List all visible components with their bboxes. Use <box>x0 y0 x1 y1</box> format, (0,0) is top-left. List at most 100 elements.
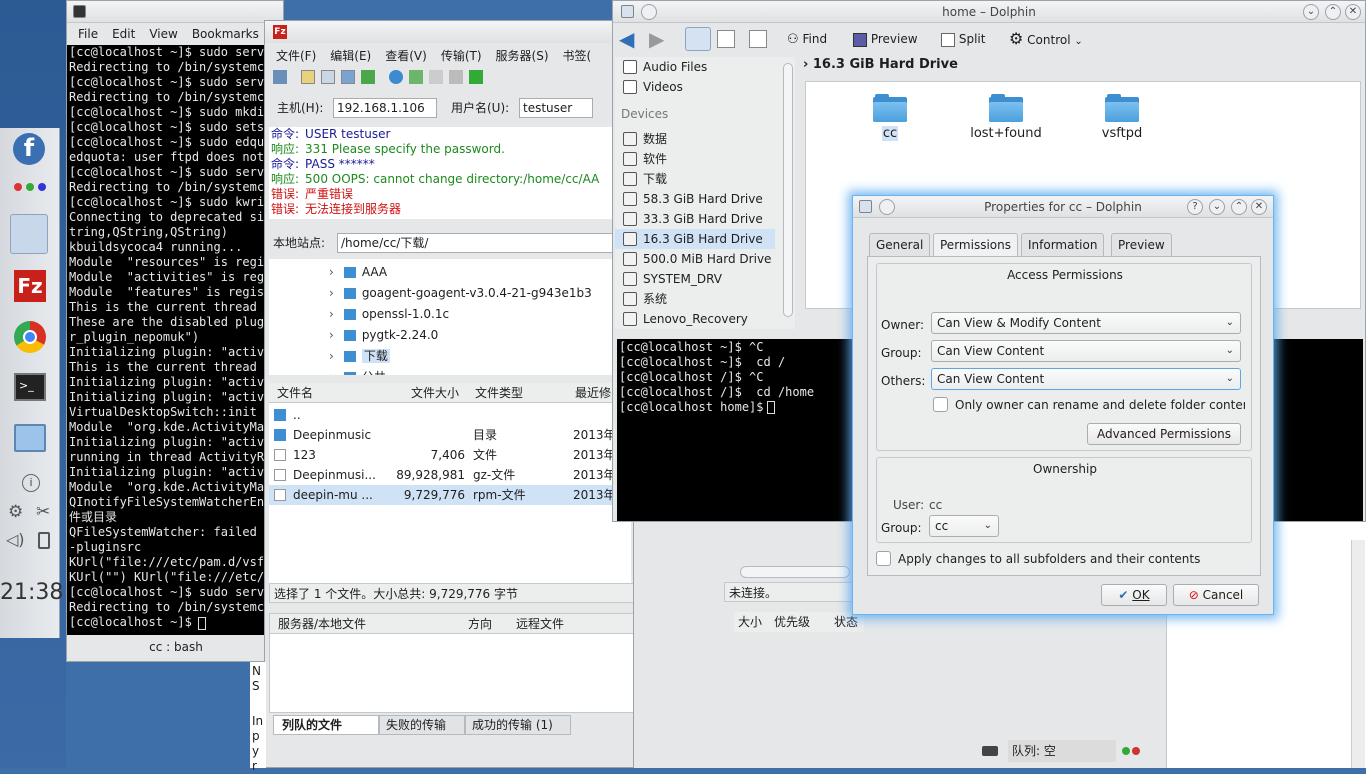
info-icon[interactable]: i <box>22 474 40 492</box>
icons-view-icon[interactable] <box>685 27 711 51</box>
remote-scrollbar[interactable] <box>740 566 850 578</box>
dolphin-minimize-button[interactable]: ⌄ <box>1303 4 1319 20</box>
queue-col-direction[interactable]: 方向 <box>468 614 492 634</box>
columns-view-icon[interactable] <box>749 30 767 48</box>
clock[interactable]: 21:38 <box>0 580 63 605</box>
col-filename[interactable]: 文件名 <box>277 383 313 403</box>
filezilla-task-icon[interactable]: Fz <box>14 270 46 302</box>
fz-menu-server[interactable]: 服务器(S) <box>489 45 556 67</box>
expand-arrow-icon[interactable]: › <box>329 370 334 375</box>
tree-item[interactable]: › 公共 <box>329 366 386 375</box>
queue-col-priority[interactable]: 优先级 <box>774 612 810 632</box>
tab-failed[interactable]: 失败的传输 <box>379 715 465 735</box>
menu-edit[interactable]: Edit <box>105 23 142 45</box>
col-filetype[interactable]: 文件类型 <box>475 383 523 403</box>
expand-arrow-icon[interactable]: › <box>329 349 334 363</box>
places-scrollbar[interactable] <box>783 63 793 317</box>
menu-file[interactable]: File <box>71 23 105 45</box>
chrome-task-icon[interactable] <box>14 321 46 353</box>
file-row[interactable]: .. <box>269 405 631 425</box>
owner-select[interactable]: Can View & Modify Content ⌄ <box>931 312 1241 334</box>
disconnect-icon[interactable] <box>449 69 463 84</box>
remote-tree-icon[interactable] <box>341 69 355 84</box>
file-row[interactable]: deepin-mu ... 9,729,776 rpm-文件 2013年 <box>269 485 631 505</box>
expand-arrow-icon[interactable]: › <box>329 328 334 342</box>
local-path-field[interactable]: /home/cc/下载/ <box>337 233 627 253</box>
ok-button[interactable]: ✔ OK <box>1101 584 1167 606</box>
folder-item[interactable]: cc <box>850 90 930 150</box>
tree-item[interactable]: › goagent-goagent-v3.0.4-21-g943e1b3 <box>329 282 592 304</box>
pager-icon[interactable] <box>10 214 48 254</box>
split-button[interactable]: Split <box>941 25 985 53</box>
device-item[interactable]: SYSTEM_DRV <box>615 269 775 289</box>
fz-menu-view[interactable]: 查看(V) <box>378 45 434 67</box>
local-file-list[interactable]: 文件名 文件大小 文件类型 最近修 .. Deepinmusic 目录 2013年 12… <box>269 383 631 589</box>
fz-menu-transfer[interactable]: 传输(T) <box>434 45 489 67</box>
menu-view[interactable]: View <box>142 23 184 45</box>
breadcrumb-item[interactable]: 16.3 GiB Hard Drive <box>813 57 958 72</box>
device-item[interactable]: 数据 <box>615 129 775 149</box>
file-row[interactable]: Deepinmusi... 89,928,981 gz-文件 2013年 <box>269 465 631 485</box>
tree-item[interactable]: › 下载 <box>329 345 390 367</box>
advanced-permissions-button[interactable]: Advanced Permissions <box>1087 423 1241 445</box>
bg-scrollbar[interactable] <box>1351 540 1365 768</box>
expand-arrow-icon[interactable]: › <box>329 307 334 321</box>
queue-pane[interactable]: 服务器/本地文件 方向 远程文件 <box>269 613 633 713</box>
properties-close-button[interactable]: ✕ <box>1251 199 1267 215</box>
activities-icon[interactable] <box>14 180 46 191</box>
tab-successful[interactable]: 成功的传输 (1) <box>465 715 571 735</box>
device-item[interactable]: 系统 <box>615 289 775 309</box>
device-item[interactable]: Lenovo_Recovery <box>615 309 775 329</box>
tree-item[interactable]: › AAA <box>329 261 387 283</box>
col-filesize[interactable]: 文件大小 <box>411 383 459 403</box>
reconnect-icon[interactable] <box>469 69 483 84</box>
site-manager-icon[interactable] <box>273 69 287 84</box>
place-videos[interactable]: Videos <box>615 77 795 97</box>
device-item[interactable]: 500.0 MiB Hard Drive <box>615 249 775 269</box>
tree-item[interactable]: › openssl-1.0.1c <box>329 303 449 325</box>
konsole-tab-label[interactable]: cc : bash <box>149 640 203 654</box>
fz-menu-file[interactable]: 文件(F) <box>269 45 323 67</box>
control-button[interactable]: ⚙ Control ⌄ <box>1009 25 1083 56</box>
refresh-icon[interactable] <box>389 69 403 84</box>
folder-item[interactable]: lost+found <box>966 90 1046 150</box>
group-select[interactable]: Can View Content ⌄ <box>931 340 1241 362</box>
queue-col-size[interactable]: 大小 <box>738 612 762 632</box>
col-modified[interactable]: 最近修 <box>575 383 611 403</box>
device-item[interactable]: 58.3 GiB Hard Drive <box>615 189 775 209</box>
apply-subfolders-checkbox[interactable] <box>876 551 891 566</box>
only-owner-checkbox[interactable] <box>933 397 948 412</box>
tab-general[interactable]: General <box>869 233 931 257</box>
log-toggle-icon[interactable] <box>301 69 315 84</box>
queue-toggle-icon[interactable] <box>361 69 375 84</box>
fz-menu-bookmarks[interactable]: 书签( <box>556 45 599 67</box>
cancel-icon[interactable] <box>429 69 443 84</box>
username-field[interactable]: testuser <box>519 98 593 118</box>
tab-queued[interactable]: 列队的文件 <box>273 715 379 735</box>
details-view-icon[interactable] <box>717 30 735 48</box>
tree-toggle-icon[interactable] <box>321 69 335 84</box>
fz-menu-edit[interactable]: 编辑(E) <box>323 45 378 67</box>
device-item[interactable]: 软件 <box>615 149 775 169</box>
help-button[interactable]: ? <box>1187 199 1203 215</box>
properties-maximize-button[interactable]: ⌃ <box>1231 199 1247 215</box>
fedora-menu-icon[interactable]: f <box>13 133 45 165</box>
dolphin-task-icon[interactable] <box>14 424 46 452</box>
menu-bookmarks[interactable]: Bookmarks <box>185 23 266 45</box>
expand-arrow-icon[interactable]: › <box>329 286 334 300</box>
queue-col-remote[interactable]: 远程文件 <box>516 614 564 634</box>
group-owner-select[interactable]: cc ⌄ <box>929 515 999 537</box>
place-audio-files[interactable]: Audio Files <box>615 57 795 77</box>
konsole-terminal[interactable]: [cc@localhost ~]$ sudo service vsftpd st… <box>68 45 283 633</box>
properties-menu-button[interactable] <box>879 199 895 215</box>
scissors-icon[interactable]: ✂ <box>36 502 50 522</box>
queue-col-status[interactable]: 状态 <box>834 612 858 632</box>
find-button[interactable]: ⚇ Find <box>787 25 827 54</box>
konsole-task-icon[interactable]: >_ <box>14 373 46 401</box>
tree-item[interactable]: › pygtk-2.24.0 <box>329 324 438 346</box>
local-dir-tree[interactable]: › AAA › goagent-goagent-v3.0.4-21-g943e1b3 ›… <box>269 259 631 375</box>
battery-icon[interactable] <box>38 532 50 549</box>
properties-minimize-button[interactable]: ⌄ <box>1209 199 1225 215</box>
device-item[interactable]: 33.3 GiB Hard Drive <box>615 209 775 229</box>
expand-arrow-icon[interactable]: › <box>329 265 334 279</box>
